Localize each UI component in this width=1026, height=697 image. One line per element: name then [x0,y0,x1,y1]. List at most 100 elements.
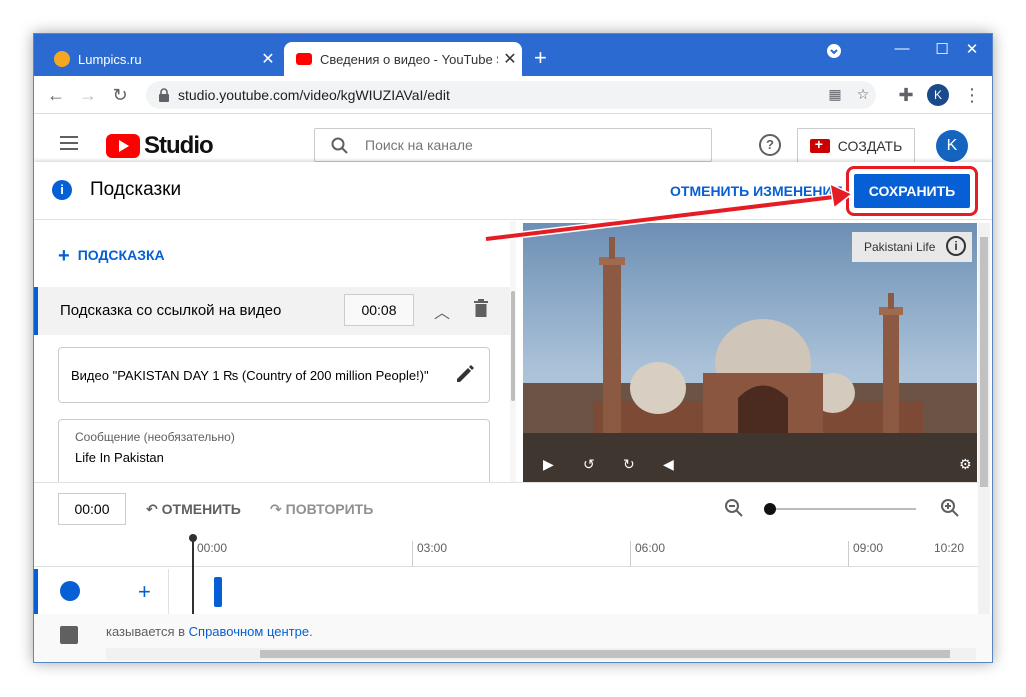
card-time-input[interactable]: 00:08 [344,294,414,326]
channel-search[interactable] [314,128,712,162]
forward-icon[interactable]: → [76,83,100,107]
channel-avatar[interactable]: K [936,130,968,162]
channel-watermark[interactable]: Pakistani Life i [852,232,972,262]
tab-lumpics[interactable]: Lumpics.ru ✕ [42,42,280,76]
help-center-text: казывается в Справочном центре. [106,624,313,639]
save-button[interactable]: СОХРАНИТЬ [854,174,970,208]
timeline-ruler[interactable]: 00:00 03:00 06:00 09:00 10:20 [34,537,978,567]
chevron-up-icon[interactable]: ︿ [434,299,450,323]
feedback-icon[interactable] [60,626,78,644]
address-bar: ← → ↻ studio.youtube.com/video/kgWIUZIAV… [34,76,992,114]
info-circle-icon[interactable]: i [946,236,966,256]
message-value: Life In Pakistan [75,450,164,465]
new-tab-button[interactable]: + [534,46,547,70]
lumpics-favicon-icon [54,51,70,67]
tab-search-icon[interactable] [814,43,854,63]
timeline-current-time[interactable]: 00:00 [58,493,126,525]
profile-avatar[interactable]: K [927,84,949,106]
playhead[interactable] [189,534,197,617]
browser-menu-icon[interactable]: ⋮ [960,83,984,107]
timeline-tick: 00:00 [192,541,227,567]
studio-header: Studio ? СОЗДАТЬ K [34,114,992,164]
browser-window: Lumpics.ru ✕ Сведения о видео - YouTube … [33,33,993,663]
studio-logo-text: Studio [144,132,214,159]
redo-icon: ↷ [270,501,286,517]
youtube-logo-icon [106,134,140,158]
message-field[interactable]: Сообщение (необязательно) Life In Pakist… [58,419,490,483]
volume-icon[interactable]: ◀ [663,456,674,473]
plus-icon: + [58,245,70,267]
cards-list: + ПОДСКАЗКА Подсказка со ссылкой на видео… [34,221,516,483]
play-icon[interactable]: ▶ [543,456,554,473]
url-text: studio.youtube.com/video/kgWIUZIAVaI/edi… [178,87,450,103]
editor-header: i Подсказки ОТМЕНИТЬ ИЗМЕНЕНИЯ СОХРАНИТЬ [34,162,992,220]
track-divider [168,569,169,615]
redo-label: ПОВТОРИТЬ [285,501,374,517]
forward-10-icon[interactable]: ↻ [623,456,635,473]
add-card-label: ПОДСКАЗКА [77,247,165,263]
hamburger-menu-icon[interactable] [60,136,78,154]
search-input[interactable] [365,135,685,155]
minimize-icon[interactable]: — [882,40,922,57]
background-page: казывается в Справочном центре. [34,614,992,662]
timeline-tick: 10:20 [934,541,965,555]
cards-editor-panel: i Подсказки ОТМЕНИТЬ ИЗМЕНЕНИЯ СОХРАНИТЬ… [34,162,992,617]
bookmark-star-icon[interactable]: ☆ [854,86,872,104]
reload-icon[interactable]: ↻ [108,83,132,107]
cards-scrollbar[interactable] [510,221,516,483]
search-icon [331,137,348,154]
linked-video-field[interactable]: Видео "PAKISTAN DAY 1 ₨ (Country of 200 … [58,347,490,403]
timeline-tick: 09:00 [848,541,883,567]
zoom-in-icon[interactable] [940,498,960,518]
add-card-plus-icon[interactable]: + [138,579,151,605]
info-icon[interactable]: i [52,180,72,200]
trash-icon[interactable] [474,299,488,317]
browser-titlebar: Lumpics.ru ✕ Сведения о видео - YouTube … [34,34,992,76]
help-center-link[interactable]: Справочном центре [189,624,309,639]
undo-icon: ↶ [146,501,162,517]
timeline-redo-button[interactable]: ↷ ПОВТОРИТЬ [270,501,373,518]
tab-title: Сведения о видео - YouTube St [320,51,498,67]
qr-code-icon[interactable]: ▦ [826,86,844,104]
message-label: Сообщение (необязательно) [75,430,235,444]
close-tab-icon[interactable]: ✕ [256,49,280,69]
timeline-tick: 06:00 [630,541,665,567]
zoom-out-icon[interactable] [724,498,744,518]
timeline: 00:00 ↶ ОТМЕНИТЬ ↷ ПОВТОРИТЬ 00:00 03:00… [34,482,978,617]
close-window-icon[interactable]: ✕ [952,40,992,58]
video-preview[interactable] [523,223,977,483]
rewind-10-icon[interactable]: ↺ [583,456,595,473]
extensions-icon[interactable]: ✚ [894,83,918,107]
lock-icon [159,88,169,102]
cards-track: + [34,569,978,615]
timeline-undo-button[interactable]: ↶ ОТМЕНИТЬ [146,501,241,518]
studio-logo[interactable]: Studio [106,132,214,160]
settings-gear-icon[interactable]: ⚙ [959,456,972,473]
info-icon [60,581,80,601]
mosque-video-frame [523,237,977,483]
card-marker[interactable] [214,577,222,607]
close-tab-icon[interactable]: ✕ [498,49,522,69]
edit-pencil-icon[interactable] [455,364,475,384]
create-video-icon [809,136,830,153]
zoom-slider-track[interactable] [770,508,916,510]
undo-label: ОТМЕНИТЬ [161,501,241,517]
timeline-tick: 03:00 [412,541,447,567]
youtube-favicon-icon [296,53,312,65]
zoom-slider-handle[interactable] [764,503,776,515]
panel-scrollbar[interactable] [978,223,990,615]
add-card-button[interactable]: + ПОДСКАЗКА [58,245,165,268]
editor-title: Подсказки [90,179,182,200]
undo-changes-button[interactable]: ОТМЕНИТЬ ИЗМЕНЕНИЯ [670,183,843,199]
horizontal-scrollbar[interactable] [106,648,976,660]
video-controls: ▶ ↺ ↻ ◀ ⚙ [523,452,977,482]
help-icon[interactable]: ? [759,134,781,156]
create-button[interactable]: СОЗДАТЬ [797,128,915,164]
card-item[interactable]: Подсказка со ссылкой на видео 00:08 ︿ [34,287,510,335]
linked-video-title: Видео "PAKISTAN DAY 1 ₨ (Country of 200 … [71,368,429,383]
tab-youtube-studio[interactable]: Сведения о видео - YouTube St ✕ [284,42,522,76]
omnibox[interactable]: studio.youtube.com/video/kgWIUZIAVaI/edi… [146,81,876,109]
create-label: СОЗДАТЬ [837,138,903,154]
back-icon[interactable]: ← [44,83,68,107]
tab-title: Lumpics.ru [78,51,142,67]
